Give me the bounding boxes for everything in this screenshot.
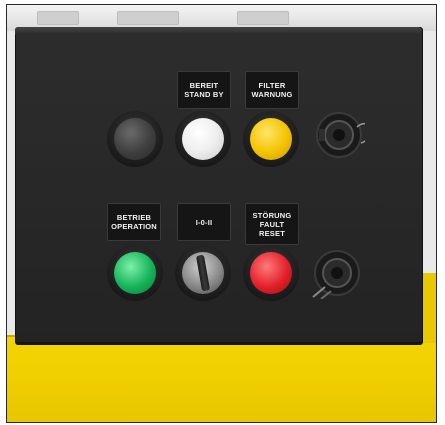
rotary-selector-icon[interactable]	[175, 245, 231, 301]
button-lens	[250, 252, 292, 294]
label-plate-betrieb: BETRIEB OPERATION	[107, 203, 161, 241]
lamp-lens	[250, 118, 292, 160]
label-plate-bereit: BEREIT STAND BY	[177, 71, 231, 109]
dark-indicator-lamp	[107, 111, 163, 167]
control-panel-lip	[15, 27, 421, 35]
label-plate-selector: I-0-II	[177, 203, 231, 241]
label-line: I-0-II	[195, 217, 213, 227]
label-plate-stoerung: STÖRUNG FAULT RESET	[245, 203, 299, 245]
label-line: RESET	[258, 228, 285, 238]
standby-indicator-lamp	[175, 111, 231, 167]
label-line: STÖRUNG	[252, 210, 292, 220]
label-line: BEREIT	[189, 81, 219, 90]
label-line: OPERATION	[111, 222, 157, 231]
lamp-lens	[114, 118, 156, 160]
button-lens	[114, 252, 156, 294]
label-line: BETRIEB	[116, 213, 152, 222]
photo-frame: BEREIT STAND BY FILTER WARNUNG BETRIEB O…	[6, 4, 437, 423]
filter-warning-lamp	[243, 111, 299, 167]
label-line: FAULT	[259, 219, 285, 229]
top-slot	[37, 11, 79, 25]
cable-connector-icon	[316, 112, 365, 158]
fault-reset-button[interactable]	[243, 245, 299, 301]
lamp-lens	[182, 118, 224, 160]
label-plate-filter: FILTER WARNUNG	[245, 71, 299, 109]
selector-knob	[182, 252, 224, 294]
operation-push-button[interactable]	[107, 245, 163, 301]
label-line: FILTER	[258, 81, 286, 90]
top-slot	[237, 11, 289, 25]
cable-connector-icon	[312, 250, 360, 299]
label-line: STAND BY	[184, 90, 224, 99]
yellow-housing	[7, 335, 436, 422]
label-line: WARNUNG	[251, 90, 293, 99]
top-slot	[117, 11, 179, 25]
